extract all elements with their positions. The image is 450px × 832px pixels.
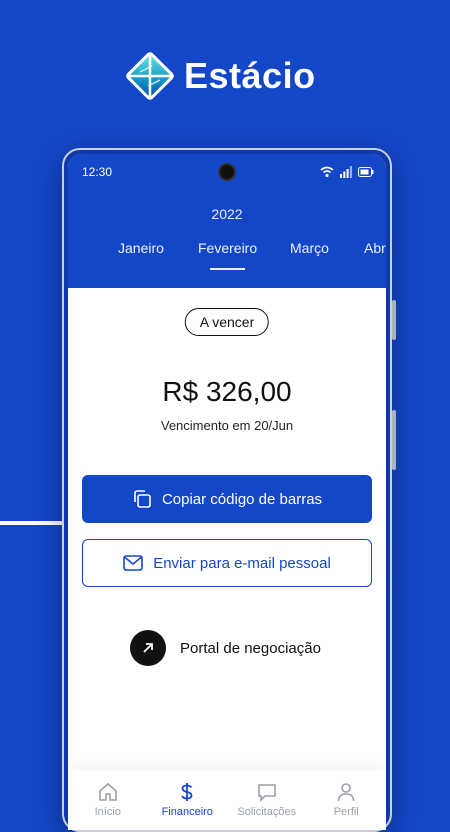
tab-label-perfil: Perfil: [333, 806, 359, 818]
user-icon: [337, 783, 355, 802]
tab-month-abril[interactable]: Abr: [364, 240, 386, 256]
phone-volume-button: [392, 410, 396, 470]
send-email-button[interactable]: Enviar para e-mail pessoal: [82, 539, 372, 587]
bottom-navigation: Início Financeiro Solicitações Perfil: [68, 770, 386, 830]
front-camera: [218, 163, 236, 181]
tab-month-janeiro[interactable]: Janeiro: [118, 240, 164, 256]
copy-barcode-button[interactable]: Copiar código de barras: [82, 475, 372, 523]
brand: Estácio: [122, 46, 316, 106]
due-date: Vencimento em 20/Jun: [160, 418, 294, 433]
send-email-label: Enviar para e-mail pessoal: [153, 554, 331, 572]
wifi-icon: [320, 166, 334, 178]
portal-negociacao-link[interactable]: Portal de negociação: [130, 630, 321, 666]
mail-icon: [123, 555, 144, 571]
copy-barcode-label: Copiar código de barras: [161, 490, 323, 508]
home-icon: [98, 782, 117, 801]
status-time: 12:30: [82, 165, 113, 179]
bill-amount: R$ 326,00: [162, 376, 292, 407]
decorative-line: [0, 521, 68, 525]
portal-label: Portal de negociação: [180, 639, 321, 657]
brand-name: Estácio: [184, 55, 316, 96]
year-label: 2022: [211, 206, 243, 222]
estacio-logo-icon: [126, 52, 174, 100]
tab-solicitacoes[interactable]: Solicitações: [227, 770, 307, 830]
tab-month-marco[interactable]: Março: [290, 240, 329, 256]
app-header: 12:30 2022 Janeiro Fevereiro Março Abr: [68, 154, 386, 288]
arrow-up-right-icon: [130, 630, 166, 666]
tab-perfil[interactable]: Perfil: [307, 770, 387, 830]
phone-frame: 12:30 2022 Janeiro Fevereiro Março Abr A…: [62, 148, 396, 832]
tab-month-fevereiro[interactable]: Fevereiro: [198, 240, 257, 270]
tab-label-inicio: Início: [94, 806, 121, 818]
status-icons: [320, 166, 374, 178]
signal-icon: [340, 166, 352, 178]
month-tabs: Janeiro Fevereiro Março Abr: [68, 240, 386, 270]
status-badge: A vencer: [184, 308, 270, 336]
tab-label-financeiro: Financeiro: [161, 806, 213, 818]
battery-icon: [358, 167, 374, 177]
copy-icon: [134, 490, 151, 508]
chat-icon: [257, 784, 276, 802]
tab-label-solicitacoes: Solicitações: [237, 806, 297, 818]
app-screen: 12:30 2022 Janeiro Fevereiro Março Abr A…: [68, 154, 386, 830]
tab-inicio[interactable]: Início: [68, 770, 148, 830]
bill-details: A vencer R$ 326,00 Vencimento em 20/Jun …: [68, 288, 386, 770]
tab-financeiro[interactable]: Financeiro: [148, 770, 228, 830]
dollar-icon: [181, 783, 193, 801]
phone-side-button: [392, 300, 396, 340]
